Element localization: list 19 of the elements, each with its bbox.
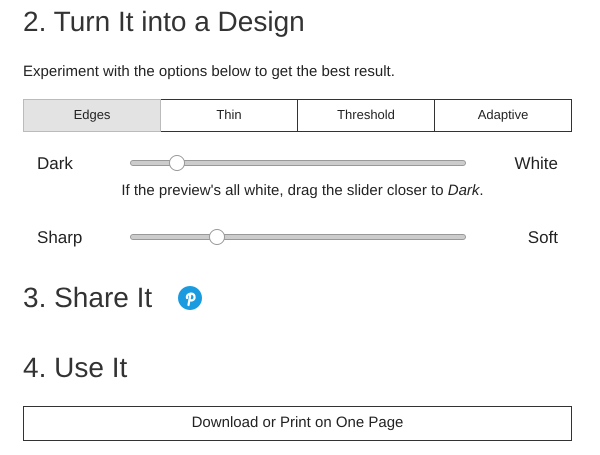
slider-track[interactable]	[130, 229, 466, 246]
download-button[interactable]: Download or Print on One Page	[23, 406, 572, 441]
hint-text: If the preview's all white, drag the slider closer to Dark.	[120, 181, 485, 201]
slider-thumb[interactable]	[169, 155, 186, 172]
pinterest-icon[interactable]	[178, 286, 202, 310]
section-heading: 4. Use It	[23, 354, 128, 382]
slider-label: White	[514, 152, 558, 174]
option-tab[interactable]: Threshold	[298, 98, 435, 132]
slider-label: Sharp	[37, 226, 84, 248]
option-tab[interactable]: Edges	[23, 98, 161, 132]
slider-label: Soft	[526, 226, 558, 248]
option-tab[interactable]: Adaptive	[435, 98, 572, 132]
section-heading: 3. Share It	[23, 284, 152, 312]
option-tab[interactable]: Thin	[161, 98, 298, 132]
slider-label: Dark	[37, 152, 74, 174]
section-heading: 2. Turn It into a Design	[23, 8, 306, 36]
slider-thumb[interactable]	[209, 229, 226, 246]
intro-text: Experiment with the options below to get the best result.	[23, 62, 396, 82]
slider-track[interactable]	[130, 155, 466, 172]
